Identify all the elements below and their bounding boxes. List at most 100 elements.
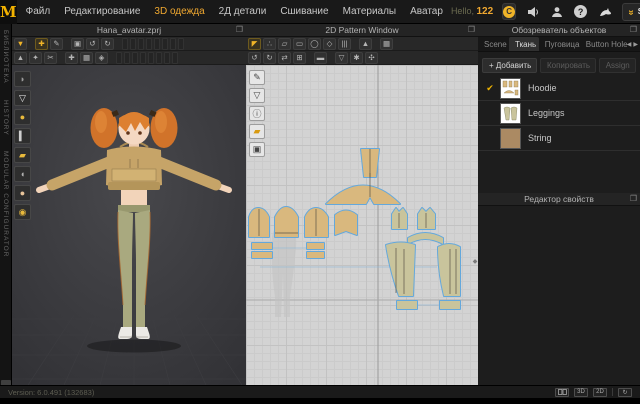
- toolbar-slot: [132, 52, 138, 64]
- menu-3d-garment[interactable]: 3D одежда: [154, 6, 204, 17]
- popout-panel-icon[interactable]: ❐: [236, 25, 243, 34]
- account-button[interactable]: [551, 4, 563, 20]
- pattern-piece-cuff-left[interactable]: [252, 243, 272, 258]
- library-glove-button[interactable]: ◖: [14, 166, 31, 182]
- library-sphere-button[interactable]: ◉: [14, 204, 31, 220]
- add-circle-tool[interactable]: ◯: [308, 38, 321, 50]
- pleats-tool[interactable]: |||: [338, 38, 351, 50]
- translate-gizmo-tool[interactable]: ▣: [71, 38, 84, 50]
- add-rectangle-tool[interactable]: ▭: [293, 38, 306, 50]
- popout-panel-icon[interactable]: ❐: [630, 194, 637, 203]
- list-item-leggings[interactable]: Leggings: [478, 101, 640, 126]
- library-tshirt-button[interactable]: ▽: [14, 90, 31, 106]
- transform-pattern-tool[interactable]: ◤: [248, 38, 261, 50]
- reset-garment-tool[interactable]: ▽: [335, 52, 348, 64]
- rotate-pattern-tool[interactable]: ↻: [263, 52, 276, 64]
- pattern-piece-leg-left[interactable]: [386, 243, 415, 297]
- pattern-piece-hood-fan[interactable]: [326, 173, 400, 204]
- pattern-piece-bodice-front[interactable]: [275, 207, 298, 237]
- pattern-piece-leggings-top-front[interactable]: [392, 208, 407, 229]
- tab-fabric[interactable]: Ткань: [509, 37, 539, 51]
- flip-pattern-tool[interactable]: ⇄: [278, 52, 291, 64]
- tab-scroll-right-icon[interactable]: ▶: [633, 41, 638, 48]
- scale-gizmo-tool[interactable]: ↻: [101, 38, 114, 50]
- pin-tool[interactable]: ✎: [50, 38, 63, 50]
- popout-panel-icon[interactable]: ❐: [630, 25, 637, 34]
- popout-panel-icon[interactable]: ❐: [468, 25, 475, 34]
- edit-sewing-button[interactable]: ✎: [249, 70, 265, 85]
- help-button[interactable]: ?: [574, 4, 587, 20]
- pattern-piece-leggings-top-back[interactable]: [418, 208, 435, 229]
- edit-pattern-tool[interactable]: ∴: [263, 38, 276, 50]
- measure-tool[interactable]: ◈: [95, 52, 108, 64]
- menu-sewing[interactable]: Сшивание: [280, 6, 328, 17]
- check-icon[interactable]: ✔: [482, 83, 498, 94]
- scissors-3d-tool[interactable]: ✂: [44, 52, 57, 64]
- stitch-tool[interactable]: ✣: [365, 52, 378, 64]
- pattern-piece-ankle-cuff-right[interactable]: [440, 301, 460, 309]
- view-2d-button[interactable]: 2D: [593, 388, 607, 397]
- pattern-piece-ankle-cuff-left[interactable]: [397, 301, 417, 309]
- iron-tool[interactable]: ▬: [314, 52, 327, 64]
- pattern-info-button[interactable]: ⓘ: [249, 106, 265, 121]
- assign-button[interactable]: Assign: [599, 58, 636, 73]
- library-garment-button[interactable]: ◗: [14, 71, 31, 87]
- menu-avatar[interactable]: Аватар: [410, 6, 443, 17]
- sound-button[interactable]: [527, 4, 540, 20]
- unfold-tool[interactable]: ↺: [248, 52, 261, 64]
- fabric-view-button[interactable]: ▰: [249, 124, 265, 139]
- community-button[interactable]: [598, 4, 612, 20]
- glue-tool[interactable]: ✱: [350, 52, 363, 64]
- pattern-piece-bodice-left[interactable]: [249, 208, 269, 237]
- pattern-piece-leg-right[interactable]: [438, 244, 460, 296]
- library-avatar-doc-button[interactable]: ▍: [14, 128, 31, 144]
- tab-scene[interactable]: Scene: [478, 37, 509, 51]
- view-3d-button[interactable]: 3D: [574, 388, 588, 397]
- viewport-3d[interactable]: ◗ ▽ ● ▍ ▰ ◖ ● ◉: [12, 65, 246, 385]
- pattern-piece-waistband[interactable]: [408, 233, 443, 244]
- tab-buttonhole[interactable]: Button Hole: [580, 37, 627, 51]
- menu-edit[interactable]: Редактирование: [64, 6, 140, 17]
- tab-scroll-left-icon[interactable]: ◀: [627, 41, 632, 48]
- avatar-display-tool[interactable]: ▲: [14, 52, 27, 64]
- pattern-piece-hood-center[interactable]: [361, 149, 379, 177]
- split-view-button[interactable]: [555, 388, 569, 397]
- select-move-tool[interactable]: ✚: [35, 38, 48, 50]
- copy-button[interactable]: Копировать: [540, 58, 596, 73]
- menu-file[interactable]: Файл: [26, 6, 51, 17]
- dart-tool[interactable]: ◇: [323, 38, 336, 50]
- pin-display-tool[interactable]: ▦: [80, 52, 93, 64]
- add-button[interactable]: + Добавить: [482, 58, 537, 73]
- simulate-button[interactable]: ▼: [14, 38, 27, 50]
- pattern-piece-cuff-right[interactable]: [307, 243, 324, 258]
- lock-pattern-button[interactable]: ▣: [249, 142, 265, 157]
- pattern-piece-bodice-back[interactable]: [305, 208, 328, 237]
- menu-2d-pattern[interactable]: 2Д детали: [219, 6, 267, 17]
- list-item-hoodie[interactable]: ✔ Hoodie: [478, 76, 640, 101]
- pattern-canvas[interactable]: ✎ ▽ ⓘ ▰ ▣ ◆: [246, 65, 478, 385]
- rail-tab-modular-configurator[interactable]: MODULAR CONFIGURATOR: [2, 151, 9, 257]
- add-polygon-tool[interactable]: ▱: [278, 38, 291, 50]
- tab-button[interactable]: Пуговица: [539, 37, 580, 51]
- simulation-logo-icon: »: [625, 10, 636, 14]
- simulation-mode-button[interactable]: » SIMULATION ▾: [622, 3, 640, 21]
- show-avatar-silhouette-tool[interactable]: ▲: [359, 38, 372, 50]
- menu-materials[interactable]: Материалы: [343, 6, 397, 17]
- rail-tab-history[interactable]: HISTORY: [2, 100, 9, 136]
- arrangement-points-tool[interactable]: ✦: [29, 52, 42, 64]
- rail-tab-library[interactable]: БИБЛИОТЕКА: [2, 30, 9, 84]
- grid-tool[interactable]: ▦: [380, 38, 393, 50]
- pattern-piece-sleeve[interactable]: [335, 211, 357, 236]
- library-fabric-button[interactable]: ▰: [14, 147, 31, 163]
- sync-button[interactable]: ↻: [618, 388, 632, 397]
- library-trim-button[interactable]: ●: [14, 109, 31, 125]
- list-item-string[interactable]: String: [478, 126, 640, 151]
- library-head-button[interactable]: ●: [14, 185, 31, 201]
- show-garment-button[interactable]: ▽: [249, 88, 265, 103]
- arrange-tool[interactable]: ⊞: [293, 52, 306, 64]
- credits-button[interactable]: C: [502, 3, 516, 20]
- garment-icon: ◗: [20, 74, 25, 84]
- rotate-gizmo-tool[interactable]: ↺: [86, 38, 99, 50]
- tshirt-icon: ▽: [19, 93, 26, 104]
- sewing-3d-tool[interactable]: ✚: [65, 52, 78, 64]
